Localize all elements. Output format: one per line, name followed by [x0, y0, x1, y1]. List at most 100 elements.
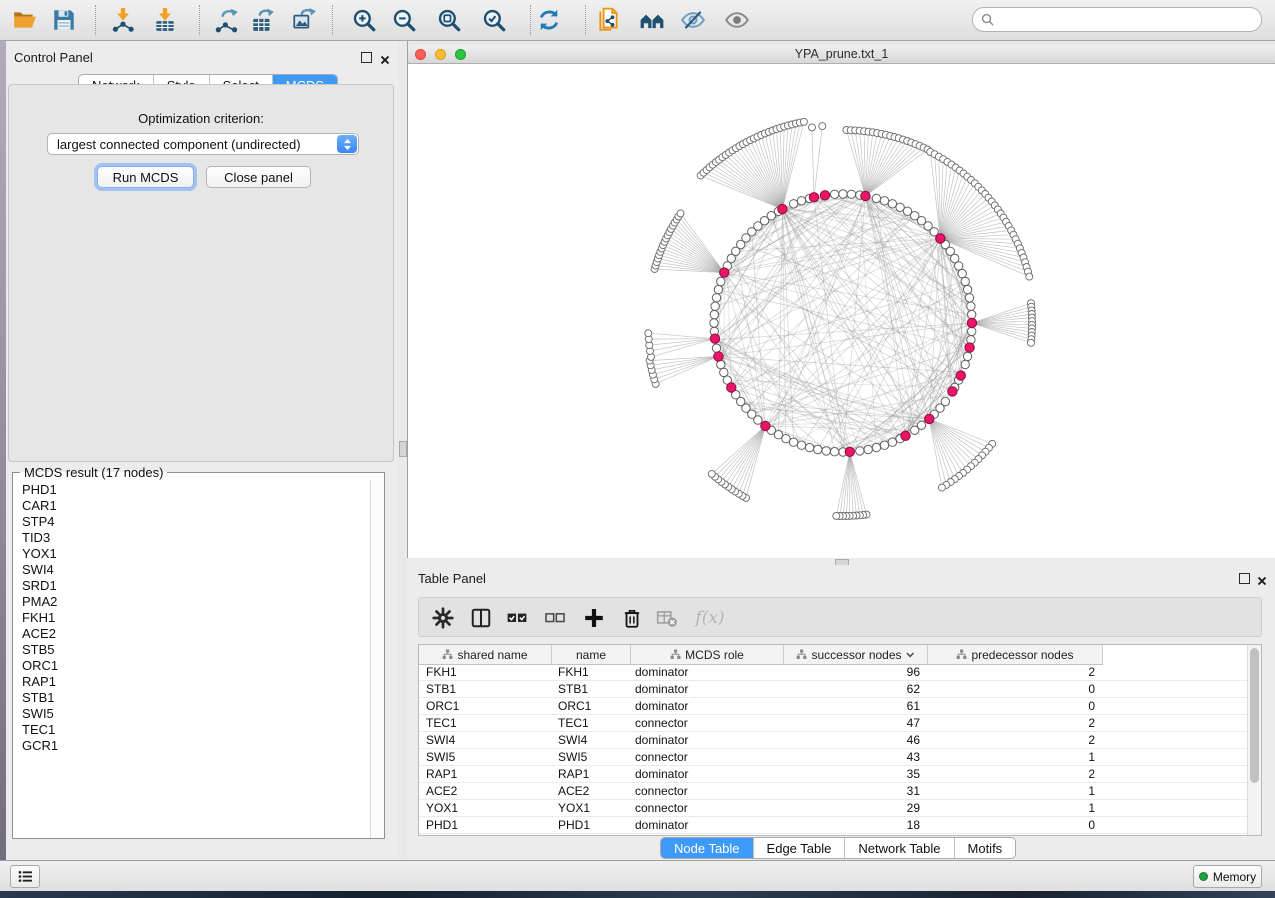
zoom-selected-icon[interactable] — [481, 7, 507, 33]
table-cell[interactable]: 1 — [928, 784, 1103, 798]
column-header-successor-nodes[interactable]: successor nodes — [784, 645, 928, 664]
column-header-predecessor-nodes[interactable]: predecessor nodes — [928, 645, 1103, 664]
column-header-shared-name[interactable]: shared name — [419, 645, 552, 664]
table-cell[interactable]: 96 — [784, 665, 928, 679]
table-cell[interactable]: dominator — [631, 767, 784, 781]
column-header-MCDS-role[interactable]: MCDS role — [631, 645, 784, 664]
vertical-splitter[interactable] — [398, 41, 407, 860]
table-cell[interactable]: FKH1 — [419, 665, 552, 679]
open-session-icon[interactable] — [12, 7, 38, 33]
table-cell[interactable]: 18 — [784, 818, 928, 832]
table-cell[interactable]: 1 — [928, 750, 1103, 764]
table-cell[interactable]: 62 — [784, 682, 928, 696]
table-cell[interactable]: SWI5 — [419, 750, 552, 764]
table-cell[interactable]: FKH1 — [552, 665, 631, 679]
mcds-result-item[interactable]: ORC1 — [13, 658, 371, 674]
table-cell[interactable]: RAP1 — [419, 767, 552, 781]
table-cell[interactable]: dominator — [631, 682, 784, 696]
table-cell[interactable]: connector — [631, 716, 784, 730]
mcds-result-item[interactable]: SWI5 — [13, 706, 371, 722]
table-row[interactable]: FKH1FKH1dominator962 — [419, 664, 1248, 681]
import-table-icon[interactable] — [152, 7, 178, 33]
select-all-icon[interactable] — [505, 606, 529, 630]
table-scrollbar[interactable] — [1247, 645, 1261, 835]
zoom-fit-icon[interactable] — [436, 7, 462, 33]
table-cell[interactable]: connector — [631, 784, 784, 798]
table-cell[interactable]: 2 — [928, 733, 1103, 747]
mcds-result-item[interactable]: CAR1 — [13, 498, 371, 514]
table-row[interactable]: PHD1PHD1dominator180 — [419, 817, 1248, 834]
scrollbar-thumb[interactable] — [1250, 648, 1259, 783]
table-cell[interactable]: 2 — [928, 716, 1103, 730]
column-selector-icon[interactable] — [469, 606, 493, 630]
table-cell[interactable]: SWI4 — [419, 733, 552, 747]
mcds-result-item[interactable]: PHD1 — [13, 482, 371, 498]
table-cell[interactable]: 2 — [928, 767, 1103, 781]
delete-column-icon[interactable] — [620, 606, 644, 630]
column-header-name[interactable]: name — [552, 645, 631, 664]
mcds-result-list[interactable]: PHD1CAR1STP4TID3YOX1SWI4SRD1PMA2FKH1ACE2… — [13, 482, 371, 838]
table-cell[interactable]: 46 — [784, 733, 928, 747]
network-canvas[interactable] — [408, 64, 1275, 558]
table-cell[interactable]: ORC1 — [419, 699, 552, 713]
search-input[interactable] — [994, 12, 1238, 28]
table-row[interactable]: SWI4SWI4dominator462 — [419, 732, 1248, 749]
table-cell[interactable]: dominator — [631, 818, 784, 832]
mcds-result-item[interactable]: STP4 — [13, 514, 371, 530]
splitter-grip[interactable] — [399, 441, 407, 457]
table-cell[interactable]: PHD1 — [419, 818, 552, 832]
tab-node-table[interactable]: Node Table — [661, 838, 753, 858]
first-neighbors-icon[interactable] — [639, 7, 665, 33]
export-table-icon[interactable] — [250, 7, 276, 33]
table-cell[interactable]: 0 — [928, 818, 1103, 832]
task-history-button[interactable] — [10, 865, 40, 888]
table-cell[interactable]: RAP1 — [552, 767, 631, 781]
export-image-icon[interactable] — [291, 7, 317, 33]
float-panel-icon[interactable] — [1239, 573, 1250, 584]
mcds-result-item[interactable]: STB5 — [13, 642, 371, 658]
new-network-from-selection-icon[interactable] — [596, 7, 622, 33]
node-table[interactable]: shared namenameMCDS rolesuccessor nodesp… — [418, 644, 1262, 836]
table-row[interactable]: ORC1ORC1dominator610 — [419, 698, 1248, 715]
table-cell[interactable]: dominator — [631, 665, 784, 679]
table-cell[interactable]: 1 — [928, 801, 1103, 815]
export-network-icon[interactable] — [214, 7, 240, 33]
table-cell[interactable]: STB1 — [552, 682, 631, 696]
function-builder-icon[interactable]: f(x) — [693, 606, 727, 630]
table-cell[interactable]: 61 — [784, 699, 928, 713]
zoom-in-icon[interactable] — [351, 7, 377, 33]
memory-button[interactable]: Memory — [1193, 865, 1262, 888]
search-field[interactable] — [972, 7, 1262, 32]
mcds-result-item[interactable]: STB1 — [13, 690, 371, 706]
table-cell[interactable]: 35 — [784, 767, 928, 781]
table-settings-gear-icon[interactable] — [431, 606, 455, 630]
table-cell[interactable]: YOX1 — [552, 801, 631, 815]
table-row[interactable]: TEC1TEC1connector472 — [419, 715, 1248, 732]
horizontal-splitter[interactable] — [407, 558, 1275, 565]
mcds-result-item[interactable]: SRD1 — [13, 578, 371, 594]
table-cell[interactable]: 0 — [928, 682, 1103, 696]
table-cell[interactable]: 31 — [784, 784, 928, 798]
table-row[interactable]: ACE2ACE2connector311 — [419, 783, 1248, 800]
table-cell[interactable]: ORC1 — [552, 699, 631, 713]
table-row[interactable]: RAP1RAP1dominator352 — [419, 766, 1248, 783]
mcds-list-scrollbar[interactable] — [370, 480, 384, 838]
criterion-dropdown[interactable]: largest connected component (undirected) — [47, 133, 359, 155]
table-cell[interactable]: PHD1 — [552, 818, 631, 832]
table-cell[interactable]: TEC1 — [419, 716, 552, 730]
hide-selected-icon[interactable] — [680, 7, 706, 33]
import-network-icon[interactable] — [110, 7, 136, 33]
table-cell[interactable]: SWI4 — [552, 733, 631, 747]
close-panel-button[interactable]: Close panel — [206, 166, 311, 188]
table-cell[interactable]: ACE2 — [552, 784, 631, 798]
mcds-result-item[interactable]: FKH1 — [13, 610, 371, 626]
close-panel-icon[interactable] — [1257, 573, 1267, 591]
table-cell[interactable]: 47 — [784, 716, 928, 730]
table-row[interactable]: STB1STB1dominator620 — [419, 681, 1248, 698]
mcds-result-item[interactable]: GCR1 — [13, 738, 371, 754]
table-cell[interactable]: YOX1 — [419, 801, 552, 815]
mcds-result-item[interactable]: TEC1 — [13, 722, 371, 738]
run-mcds-button[interactable]: Run MCDS — [97, 166, 194, 188]
add-column-icon[interactable] — [582, 606, 606, 630]
mcds-result-item[interactable]: PMA2 — [13, 594, 371, 610]
